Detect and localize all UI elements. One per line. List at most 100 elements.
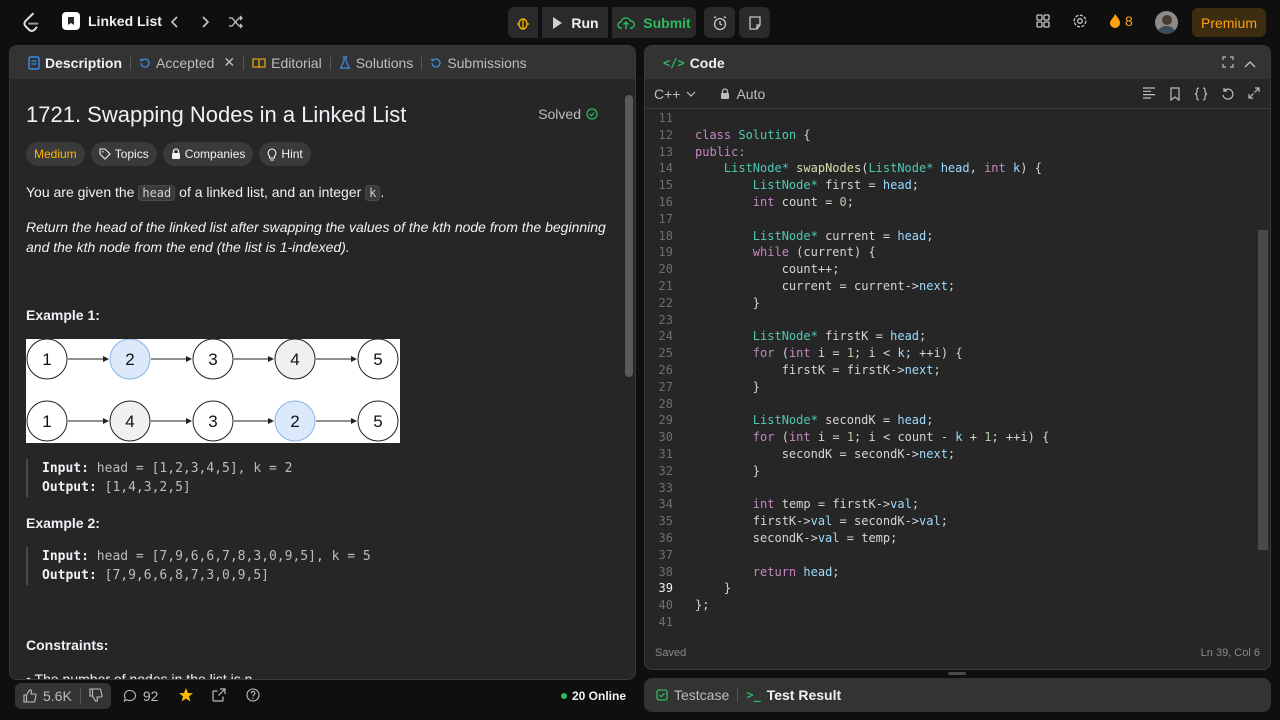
example-1-title: Example 1:: [26, 307, 100, 323]
comment-icon: [123, 689, 136, 703]
tab-code[interactable]: </> Code: [657, 55, 731, 71]
code-line[interactable]: 39 }: [645, 580, 1257, 597]
tab-accepted[interactable]: Accepted ✕: [133, 54, 241, 71]
leetcode-logo-icon[interactable]: [20, 11, 42, 33]
line-number: 25: [658, 346, 673, 361]
line-number: 38: [658, 564, 673, 579]
tab-submissions[interactable]: Submissions: [424, 55, 532, 71]
code-text: ListNode* current = head;: [752, 228, 934, 243]
code-line[interactable]: 14 ListNode* swapNodes(ListNode* head, i…: [645, 160, 1257, 177]
dislike-button[interactable]: [81, 687, 111, 705]
tab-editorial[interactable]: Editorial: [246, 55, 328, 71]
bookmark-icon[interactable]: [1169, 86, 1181, 101]
tab-description[interactable]: Description: [22, 55, 128, 71]
code-line[interactable]: 21 current = current->next;: [645, 278, 1257, 295]
code-line[interactable]: 18 ListNode* current = head;: [645, 228, 1257, 245]
code-line[interactable]: 35 firstK->val = secondK->val;: [645, 513, 1257, 530]
code-line[interactable]: 32 }: [645, 463, 1257, 480]
format-align-icon[interactable]: [1142, 86, 1156, 99]
list-node-value: 5: [373, 350, 382, 369]
code-line[interactable]: 38 return head;: [645, 564, 1257, 581]
code-line[interactable]: 20 count++;: [645, 261, 1257, 278]
code-line[interactable]: 28: [645, 396, 1257, 413]
code-line[interactable]: 13 public:: [645, 144, 1257, 161]
expand-icon[interactable]: [1248, 86, 1260, 99]
tab-testcase[interactable]: Testcase: [656, 687, 729, 703]
premium-button[interactable]: Premium: [1192, 8, 1266, 37]
fullscreen-icon[interactable]: [1222, 55, 1234, 71]
code-line[interactable]: 11: [645, 110, 1257, 127]
code-line[interactable]: 29 ListNode* secondK = head;: [645, 412, 1257, 429]
resize-handle[interactable]: [948, 672, 966, 675]
code-line[interactable]: 33: [645, 480, 1257, 497]
collapse-chevron-up-icon[interactable]: [1244, 57, 1256, 73]
code-line[interactable]: 22 }: [645, 295, 1257, 312]
tab-solutions[interactable]: Solutions: [333, 55, 420, 71]
reset-icon[interactable]: [1221, 87, 1235, 101]
line-number: 14: [658, 161, 673, 176]
help-icon[interactable]: [246, 687, 260, 705]
code-line[interactable]: 27 }: [645, 379, 1257, 396]
companies-tag[interactable]: Companies: [162, 142, 254, 166]
code-line[interactable]: 41: [645, 614, 1257, 631]
code-line[interactable]: 16 int count = 0;: [645, 194, 1257, 211]
streak-counter[interactable]: 8: [1109, 13, 1133, 29]
next-problem-button[interactable]: [195, 12, 215, 32]
share-icon[interactable]: [212, 687, 226, 705]
code-line[interactable]: 36 secondK->val = temp;: [645, 530, 1257, 547]
problem-list-title: Linked List: [88, 13, 162, 29]
code-line[interactable]: 17: [645, 211, 1257, 228]
code-line[interactable]: 30 for (int i = 1; i < count - k + 1; ++…: [645, 429, 1257, 446]
difficulty-badge[interactable]: Medium: [26, 142, 85, 166]
code-line[interactable]: 23: [645, 312, 1257, 329]
problem-title[interactable]: 1721. Swapping Nodes in a Linked List: [26, 102, 612, 128]
code-editor[interactable]: 11 12 class Solution {13 public: 14 ListNode…: [645, 110, 1257, 631]
code-line[interactable]: 15 ListNode* first = head;: [645, 177, 1257, 194]
line-number: 27: [658, 379, 673, 394]
layout-icon[interactable]: [1035, 13, 1053, 31]
curly-braces-icon[interactable]: [1194, 86, 1208, 101]
settings-gear-icon[interactable]: [1072, 13, 1090, 31]
language-select[interactable]: C++: [654, 86, 696, 102]
auto-mode-toggle[interactable]: Auto: [720, 86, 765, 102]
line-number: 36: [658, 530, 673, 545]
code-line[interactable]: 26 firstK = firstK->next;: [645, 362, 1257, 379]
line-number: 15: [658, 178, 673, 193]
line-number: 26: [658, 362, 673, 377]
code-text: }: [752, 463, 761, 478]
like-button[interactable]: 5.6K: [15, 688, 80, 704]
cloud-upload-icon: [617, 16, 636, 29]
code-line[interactable]: 37: [645, 547, 1257, 564]
comments-button[interactable]: 92: [123, 688, 158, 704]
code-line[interactable]: 40};: [645, 597, 1257, 614]
close-tab-icon[interactable]: ✕: [223, 54, 235, 71]
code-line[interactable]: 19 while (current) {: [645, 244, 1257, 261]
debug-button[interactable]: [508, 7, 538, 38]
play-icon: [553, 16, 563, 29]
code-line[interactable]: 31 secondK = secondK->next;: [645, 446, 1257, 463]
notes-button[interactable]: [739, 7, 770, 38]
run-submit-group: Run Submit: [508, 7, 770, 38]
code-line[interactable]: 12 class Solution {: [645, 127, 1257, 144]
timer-button[interactable]: [704, 7, 735, 38]
code-line[interactable]: 34 int temp = firstK->val;: [645, 496, 1257, 513]
run-button[interactable]: Run: [542, 7, 608, 38]
favorite-star-icon[interactable]: [178, 687, 194, 706]
editor-scrollbar[interactable]: [1258, 230, 1268, 550]
code-line[interactable]: 24 ListNode* firstK = head;: [645, 328, 1257, 345]
list-node-value: 4: [125, 412, 134, 431]
shuffle-button[interactable]: [226, 12, 246, 32]
prev-problem-button[interactable]: [165, 12, 185, 32]
example-1-io: Input: head = [1,2,3,4,5], k = 2 Output:…: [26, 459, 612, 497]
avatar[interactable]: [1155, 11, 1178, 34]
topics-tag[interactable]: Topics: [90, 142, 157, 166]
description-scrollbar[interactable]: [625, 95, 633, 377]
code-line[interactable]: 25 for (int i = 1; i < k; ++i) {: [645, 345, 1257, 362]
hint-tag[interactable]: Hint: [259, 142, 311, 166]
book-icon: [252, 57, 266, 68]
submit-button[interactable]: Submit: [612, 7, 696, 38]
problem-list-link[interactable]: Linked List: [62, 12, 162, 30]
tab-test-result[interactable]: >_ Test Result: [746, 687, 841, 703]
line-number: 21: [658, 278, 673, 293]
